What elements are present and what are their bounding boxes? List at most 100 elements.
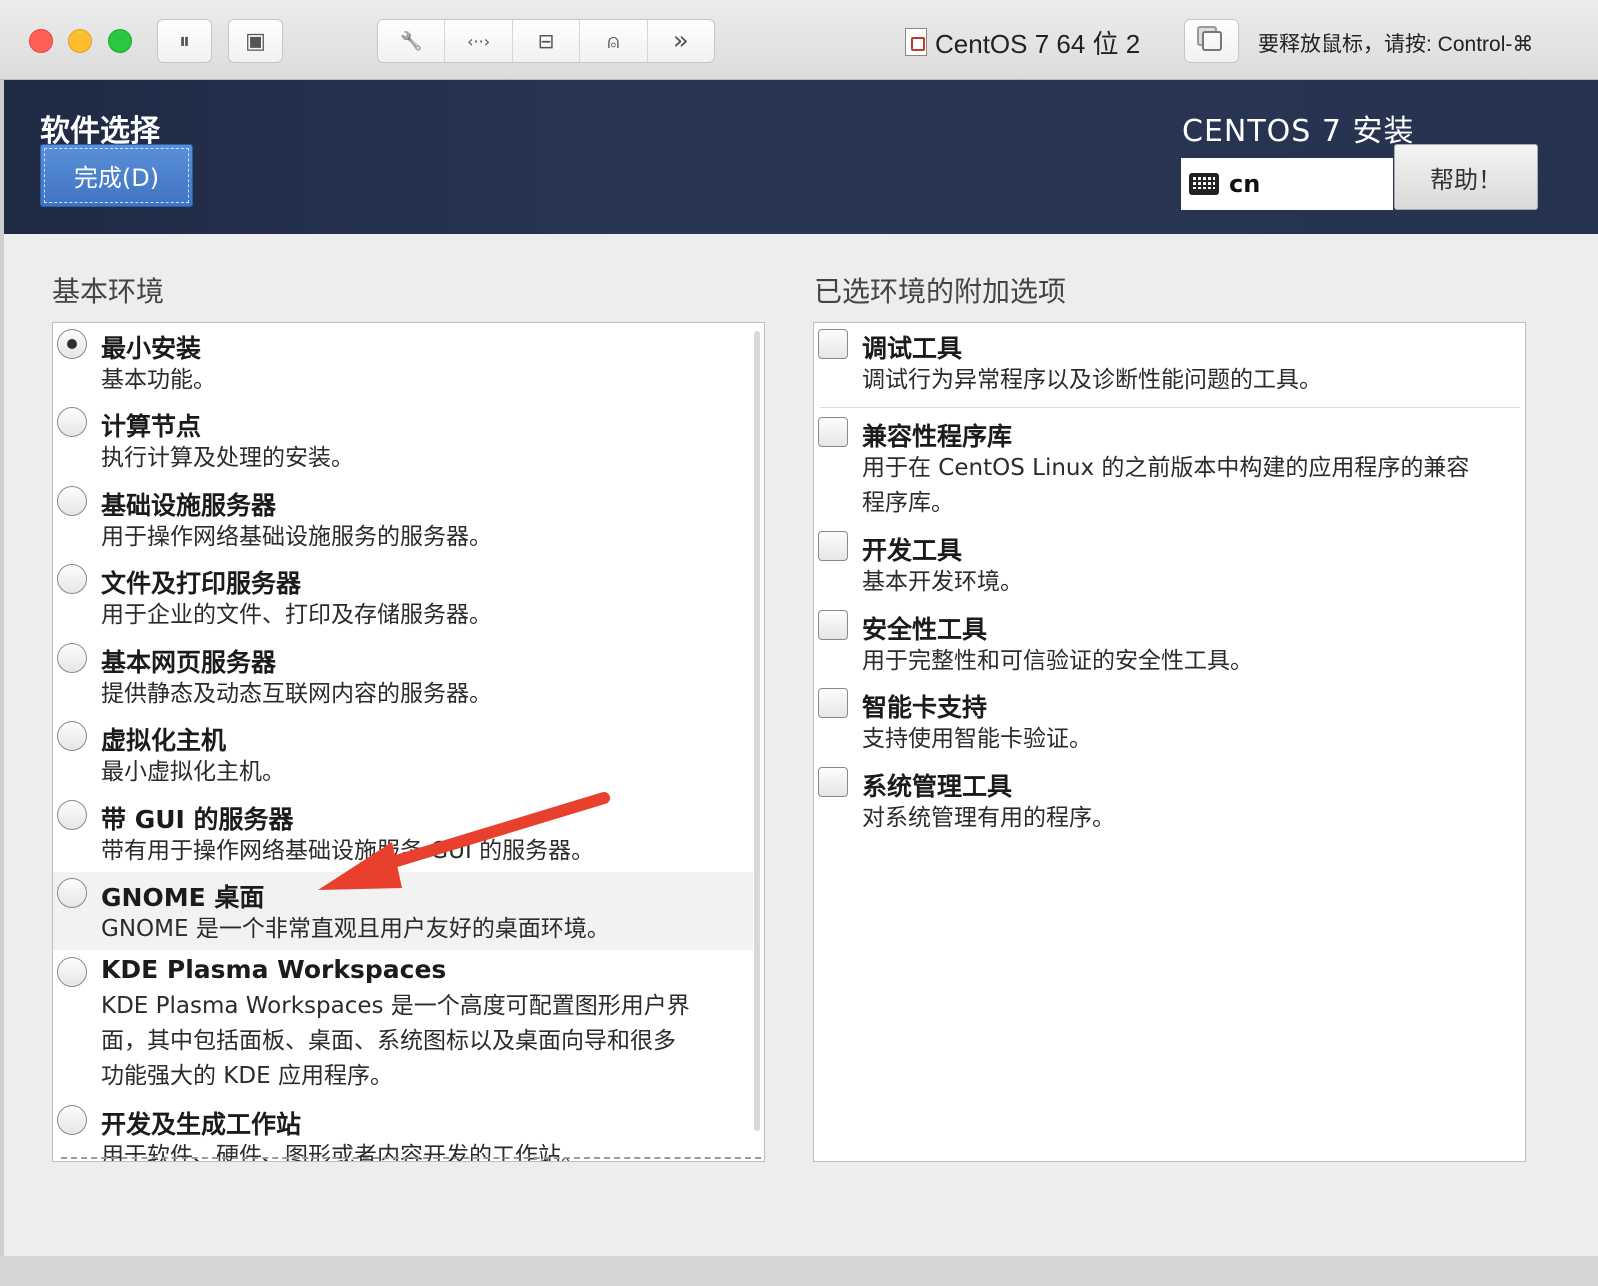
addon-title: 兼容性程序库 bbox=[862, 422, 1013, 451]
env-item-kde-plasma[interactable]: KDE Plasma Workspaces KDE Plasma Workspa… bbox=[53, 951, 753, 1099]
chevron-double-right-icon: » bbox=[672, 26, 689, 56]
pause-icon: ⏸ bbox=[178, 28, 190, 54]
product-title: CENTOS 7 安装 bbox=[1182, 114, 1415, 149]
env-item-gnome-desktop[interactable]: GNOME 桌面 GNOME 是一个非常直观且用户友好的桌面环境。 bbox=[53, 872, 753, 950]
env-desc: GNOME 是一个非常直观且用户友好的桌面环境。 bbox=[101, 916, 610, 942]
env-desc: 带有用于操作网络基础设施服务 GUI 的服务器。 bbox=[101, 838, 595, 864]
window-title-text: CentOS 7 64 位 2 bbox=[935, 28, 1141, 59]
close-window-button[interactable] bbox=[29, 29, 53, 53]
addon-desc: 对系统管理有用的程序。 bbox=[862, 805, 1115, 831]
pause-button[interactable]: ⏸ bbox=[157, 19, 212, 63]
addon-desc-line: 程序库。 bbox=[862, 490, 954, 516]
addon-desc: 支持使用智能卡验证。 bbox=[862, 726, 1092, 752]
vm-toolbar-group: 🔧 ‹··› ⊟ ⍝ » bbox=[377, 19, 715, 63]
host-status-strip bbox=[0, 1256, 1598, 1286]
checkbox-debug-tools[interactable] bbox=[818, 329, 848, 359]
env-desc-line: 功能强大的 KDE 应用程序。 bbox=[101, 1063, 393, 1089]
env-title: 基本网页服务器 bbox=[101, 648, 277, 677]
addon-title: 开发工具 bbox=[862, 536, 963, 565]
keyboard-layout-label: cn bbox=[1229, 170, 1261, 198]
radio-dev-workstation[interactable] bbox=[57, 1105, 87, 1135]
env-item-file-print-server[interactable]: 文件及打印服务器 用于企业的文件、打印及存储服务器。 bbox=[53, 558, 753, 636]
env-title: 文件及打印服务器 bbox=[101, 569, 302, 598]
env-item-virtualization-host[interactable]: 虚拟化主机 最小虚拟化主机。 bbox=[53, 715, 753, 793]
addon-item-dev-tools[interactable]: 开发工具 基本开发环境。 bbox=[814, 525, 1514, 603]
radio-kde-plasma[interactable] bbox=[57, 957, 87, 987]
env-item-dev-workstation[interactable]: 开发及生成工作站 用于软件、硬件、图形或者内容开发的工作站。 bbox=[53, 1099, 753, 1161]
addon-desc: 用于完整性和可信验证的安全性工具。 bbox=[862, 648, 1253, 674]
overlap-windows-icon bbox=[1201, 31, 1222, 51]
env-item-infrastructure-server[interactable]: 基础设施服务器 用于操作网络基础设施服务的服务器。 bbox=[53, 480, 753, 558]
env-title: KDE Plasma Workspaces bbox=[101, 955, 447, 984]
addon-desc-line: 用于在 CentOS Linux 的之前版本中构建的应用程序的兼容 bbox=[862, 455, 1470, 481]
env-title: GNOME 桌面 bbox=[101, 883, 265, 912]
addon-title: 调试工具 bbox=[862, 334, 963, 363]
code-arrows-icon: ‹··› bbox=[467, 31, 491, 51]
env-item-minimal[interactable]: 最小安装 基本功能。 bbox=[53, 323, 753, 401]
window-titlebar: ⏸ ▣ 🔧 ‹··› ⊟ ⍝ » CentOS 7 64 位 2 要释放鼠标，请… bbox=[0, 0, 1598, 80]
env-list-scrollbar[interactable] bbox=[754, 331, 760, 1131]
checkbox-security-tools[interactable] bbox=[818, 610, 848, 640]
settings-button[interactable]: 🔧 bbox=[378, 20, 446, 62]
base-env-heading: 基本环境 bbox=[52, 275, 165, 308]
addons-list: 调试工具 调试行为异常程序以及诊断性能问题的工具。 兼容性程序库 用于在 Cen… bbox=[813, 322, 1526, 1162]
addon-item-debug-tools[interactable]: 调试工具 调试行为异常程序以及诊断性能问题的工具。 bbox=[814, 323, 1514, 407]
disk-button[interactable]: ⊟ bbox=[513, 20, 581, 62]
checkbox-compat-libs[interactable] bbox=[818, 417, 848, 447]
addon-title: 安全性工具 bbox=[862, 615, 988, 644]
radio-infrastructure-server[interactable] bbox=[57, 486, 87, 516]
env-item-compute-node[interactable]: 计算节点 执行计算及处理的安装。 bbox=[53, 401, 753, 479]
release-mouse-hint: 要释放鼠标，请按: Control-⌘ bbox=[1258, 33, 1534, 56]
keyboard-layout-indicator[interactable]: cn bbox=[1181, 158, 1393, 210]
env-desc: 基本功能。 bbox=[101, 367, 216, 393]
addon-title: 智能卡支持 bbox=[862, 693, 988, 722]
env-item-server-with-gui[interactable]: 带 GUI 的服务器 带有用于操作网络基础设施服务 GUI 的服务器。 bbox=[53, 794, 753, 872]
addon-item-compat-libs[interactable]: 兼容性程序库 用于在 CentOS Linux 的之前版本中构建的应用程序的兼容… bbox=[814, 411, 1514, 525]
env-desc-line: 面，其中包括面板、桌面、系统图标以及桌面向导和很多 bbox=[101, 1028, 676, 1054]
snapshot-button[interactable]: ▣ bbox=[228, 19, 283, 63]
help-button[interactable]: 帮助！ bbox=[1394, 144, 1538, 210]
snapshot-icon: ▣ bbox=[245, 28, 266, 54]
env-desc: 执行计算及处理的安装。 bbox=[101, 445, 354, 471]
radio-web-server[interactable] bbox=[57, 643, 87, 673]
network-button[interactable]: ‹··› bbox=[445, 20, 513, 62]
env-desc: 用于企业的文件、打印及存储服务器。 bbox=[101, 602, 492, 628]
env-title: 虚拟化主机 bbox=[101, 726, 227, 755]
disk-icon: ⊟ bbox=[537, 29, 555, 53]
radio-gnome-desktop[interactable] bbox=[57, 878, 87, 908]
addon-desc: 调试行为异常程序以及诊断性能问题的工具。 bbox=[862, 367, 1322, 393]
window-title: CentOS 7 64 位 2 bbox=[905, 24, 1140, 60]
vm-screen: 软件选择 完成(D) CENTOS 7 安装 cn 帮助！ 基本环境 已选环境的… bbox=[4, 80, 1598, 1256]
env-desc: 最小虚拟化主机。 bbox=[101, 759, 285, 785]
checkbox-dev-tools[interactable] bbox=[818, 531, 848, 561]
checkbox-smartcard[interactable] bbox=[818, 688, 848, 718]
env-desc-line: KDE Plasma Workspaces 是一个高度可配置图形用户界 bbox=[101, 993, 690, 1019]
radio-virtualization-host[interactable] bbox=[57, 721, 87, 751]
env-title: 计算节点 bbox=[101, 412, 202, 441]
env-title: 带 GUI 的服务器 bbox=[101, 805, 294, 834]
env-desc: 用于操作网络基础设施服务的服务器。 bbox=[101, 524, 492, 550]
installer-header: 软件选择 完成(D) CENTOS 7 安装 cn 帮助！ bbox=[4, 80, 1598, 234]
done-button[interactable]: 完成(D) bbox=[40, 144, 193, 207]
vm-document-icon bbox=[905, 28, 927, 56]
checkbox-sysadmin-tools[interactable] bbox=[818, 767, 848, 797]
addon-item-security-tools[interactable]: 安全性工具 用于完整性和可信验证的安全性工具。 bbox=[814, 604, 1514, 682]
addon-desc: 基本开发环境。 bbox=[862, 569, 1023, 595]
fullscreen-button[interactable] bbox=[1184, 19, 1239, 63]
zoom-window-button[interactable] bbox=[108, 29, 132, 53]
addon-item-sysadmin-tools[interactable]: 系统管理工具 对系统管理有用的程序。 bbox=[814, 761, 1514, 839]
user-share-button[interactable]: ⍝ bbox=[580, 20, 648, 62]
addon-item-smartcard[interactable]: 智能卡支持 支持使用智能卡验证。 bbox=[814, 682, 1514, 760]
env-title: 最小安装 bbox=[101, 334, 202, 363]
addon-separator bbox=[820, 407, 1520, 408]
env-title: 开发及生成工作站 bbox=[101, 1110, 302, 1139]
minimize-window-button[interactable] bbox=[68, 29, 92, 53]
more-button[interactable]: » bbox=[648, 20, 714, 62]
radio-compute-node[interactable] bbox=[57, 407, 87, 437]
addons-heading: 已选环境的附加选项 bbox=[814, 275, 1067, 308]
radio-file-print-server[interactable] bbox=[57, 564, 87, 594]
base-env-list: 最小安装 基本功能。 计算节点 执行计算及处理的安装。 基础设施服务器 用于操作… bbox=[52, 322, 765, 1162]
radio-minimal[interactable] bbox=[57, 329, 87, 359]
radio-server-with-gui[interactable] bbox=[57, 800, 87, 830]
env-item-web-server[interactable]: 基本网页服务器 提供静态及动态互联网内容的服务器。 bbox=[53, 637, 753, 715]
